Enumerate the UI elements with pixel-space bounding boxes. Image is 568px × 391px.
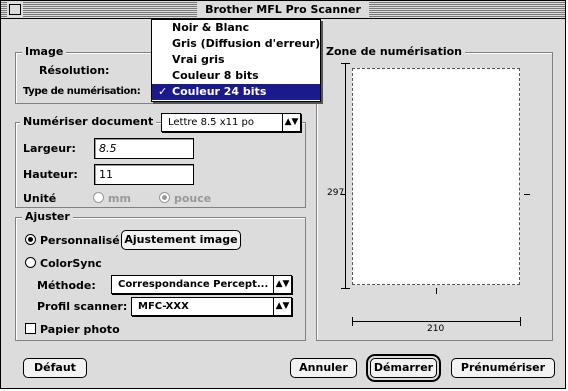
adjust-image-button[interactable]: Ajustement image — [121, 230, 241, 250]
colorsync-option[interactable]: ColorSync — [25, 257, 102, 270]
menu-item-color-8bit[interactable]: Couleur 8 bits — [152, 68, 320, 84]
scanner-profile-popup[interactable]: MFC-XXX ▲▼ — [131, 297, 292, 316]
ruler-tick — [524, 194, 530, 195]
scan-type-label: Type de numérisation: — [23, 86, 141, 97]
ruler-tick — [341, 194, 346, 195]
menu-item-label: Couleur 24 bits — [172, 85, 267, 98]
height-field[interactable]: 11 — [94, 164, 194, 185]
width-field[interactable]: 8.5 — [94, 138, 194, 159]
menu-item-label: Vrai gris — [172, 53, 225, 66]
checkbox-icon — [25, 323, 36, 334]
horizontal-ruler — [352, 321, 521, 322]
unit-mm-label: mm — [108, 192, 131, 205]
adjust-group-label: Ajuster — [22, 210, 73, 224]
height-mark: 297 — [327, 188, 345, 198]
width-mark: 210 — [427, 324, 445, 334]
document-size-popup[interactable]: Lettre 8.5 x11 po ▲▼ — [161, 113, 301, 132]
custom-option[interactable]: Personnalisé — [25, 234, 120, 247]
height-label: Hauteur: — [23, 168, 78, 181]
custom-label: Personnalisé — [40, 234, 120, 247]
window-title: Brother MFL Pro Scanner — [197, 2, 369, 17]
popup-arrow-icon: ▲▼ — [282, 114, 300, 131]
scan-type-menu: Noir & Blanc Gris (Diffusion d'erreur) V… — [151, 19, 321, 102]
height-value: 11 — [99, 168, 113, 181]
cancel-button[interactable]: Annuler — [290, 358, 357, 378]
menu-item-true-gray[interactable]: Vrai gris — [152, 52, 320, 68]
menu-item-label: Noir & Blanc — [172, 21, 250, 34]
ruler-tick — [520, 317, 521, 326]
unit-mm-option[interactable]: mm — [93, 192, 131, 205]
scan-preview-area[interactable] — [352, 68, 520, 285]
document-size-value: Lettre 8.5 x11 po — [168, 117, 254, 128]
unit-label: Unité — [23, 192, 57, 205]
resolution-label: Résolution: — [39, 64, 110, 77]
close-box[interactable] — [9, 4, 21, 15]
unit-inch-label: pouce — [174, 192, 212, 205]
method-label: Méthode: — [37, 279, 96, 292]
menu-item-label: Gris (Diffusion d'erreur) — [172, 37, 321, 50]
photo-paper-label: Papier photo — [40, 323, 120, 336]
method-popup[interactable]: Correspondance Percept... ▲▼ — [111, 275, 292, 294]
radio-icon — [25, 234, 36, 245]
title-bar[interactable]: Brother MFL Pro Scanner — [1, 1, 565, 19]
popup-arrow-icon: ▲▼ — [273, 276, 291, 293]
unit-inch-option[interactable]: pouce — [159, 192, 211, 205]
photo-paper-checkbox[interactable]: Papier photo — [25, 323, 120, 336]
ruler-tick — [352, 317, 353, 326]
checkmark-icon: ✓ — [158, 85, 168, 98]
menu-item-label: Couleur 8 bits — [172, 69, 259, 82]
ruler-tick — [341, 288, 350, 289]
default-button[interactable]: Défaut — [23, 358, 87, 378]
radio-icon — [93, 192, 104, 203]
scan-document-label: Numériser document — [20, 115, 157, 128]
menu-item-color-24bit[interactable]: ✓ Couleur 24 bits — [152, 84, 320, 100]
colorsync-label: ColorSync — [40, 257, 102, 270]
scan-area-label: Zone de numérisation — [323, 45, 465, 59]
start-button[interactable]: Démarrer — [366, 354, 441, 382]
profile-value: MFC-XXX — [138, 301, 189, 312]
width-label: Largeur: — [23, 142, 76, 155]
radio-icon — [159, 192, 170, 203]
menu-item-black-white[interactable]: Noir & Blanc — [152, 20, 320, 36]
radio-icon — [25, 257, 36, 268]
profile-label: Profil scanner: — [37, 300, 128, 313]
scanner-window: Brother MFL Pro Scanner Image Résolution… — [0, 0, 566, 389]
popup-arrow-icon: ▲▼ — [273, 298, 291, 315]
ruler-tick — [341, 63, 350, 64]
menu-item-gray-error-diffusion[interactable]: Gris (Diffusion d'erreur) — [152, 36, 320, 52]
method-value: Correspondance Percept... — [118, 279, 269, 290]
image-group-label: Image — [22, 45, 67, 59]
ruler-tick — [436, 288, 437, 294]
prescan-button[interactable]: Prénumériser — [451, 358, 555, 378]
width-value: 8.5 — [99, 142, 117, 155]
vertical-ruler — [345, 63, 346, 289]
